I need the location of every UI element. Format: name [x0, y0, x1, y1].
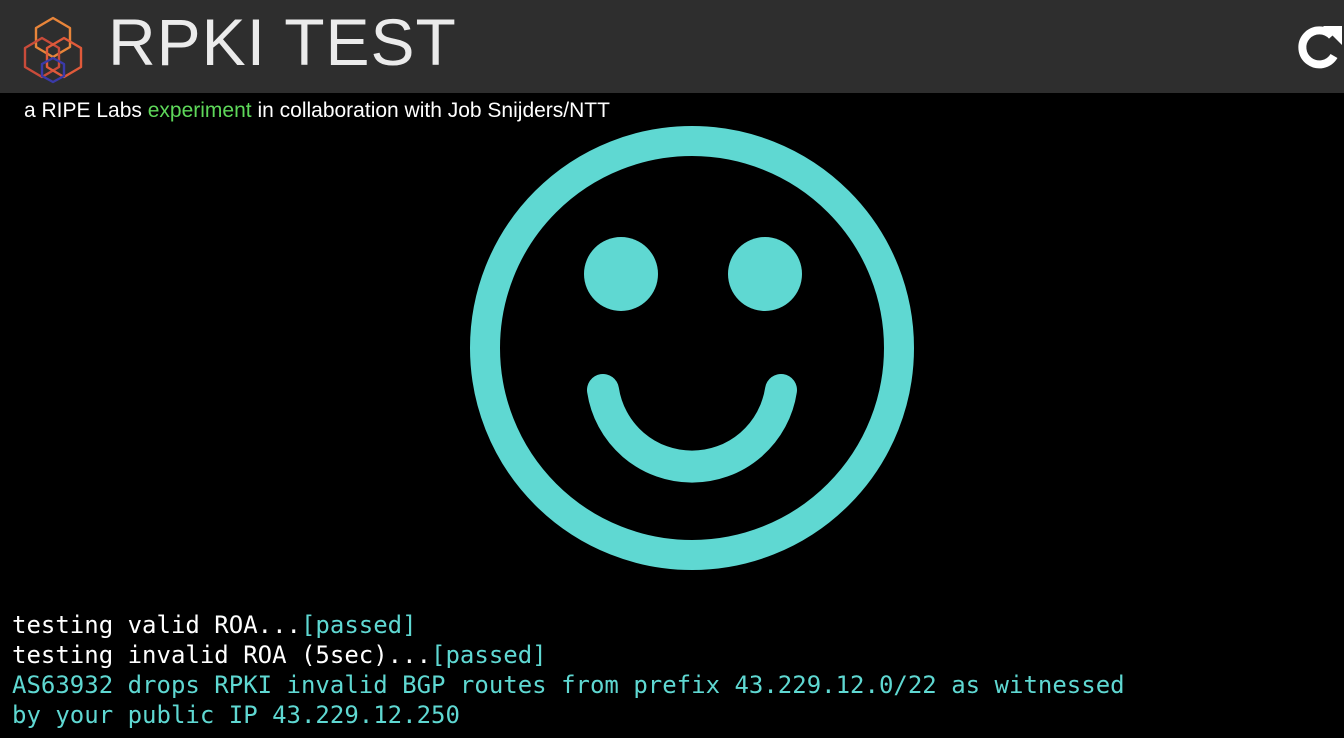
header-bar: RPKI TEST [0, 0, 1344, 93]
test-invalid-roa-line: testing invalid ROA (5sec)...[passed] [12, 640, 1125, 670]
experiment-link[interactable]: experiment [148, 99, 252, 122]
subtitle-suffix: in collaboration with Job Snijders/NTT [251, 99, 610, 122]
refresh-icon[interactable] [1292, 22, 1344, 74]
test-valid-roa-status: [passed] [300, 611, 417, 639]
test-valid-roa-label: testing valid ROA... [12, 611, 301, 639]
test-invalid-roa-status: [passed] [431, 641, 547, 669]
test-invalid-roa-label: testing invalid ROA (5sec)... [12, 641, 432, 669]
subtitle-prefix: a RIPE Labs [24, 99, 148, 122]
test-console: testing valid ROA...[passed] testing inv… [12, 610, 1125, 730]
page-title: RPKI TEST [108, 5, 457, 79]
result-summary-line-1: AS63932 drops RPKI invalid BGP routes fr… [12, 671, 1125, 699]
subtitle: a RIPE Labs experiment in collaboration … [24, 96, 610, 126]
test-valid-roa-line: testing valid ROA...[passed] [12, 610, 1125, 640]
result-summary-line-2: by your public IP 43.229.12.250 [12, 701, 460, 729]
ripe-hexagon-logo-icon [23, 16, 83, 84]
smiley-face-icon [470, 126, 914, 570]
